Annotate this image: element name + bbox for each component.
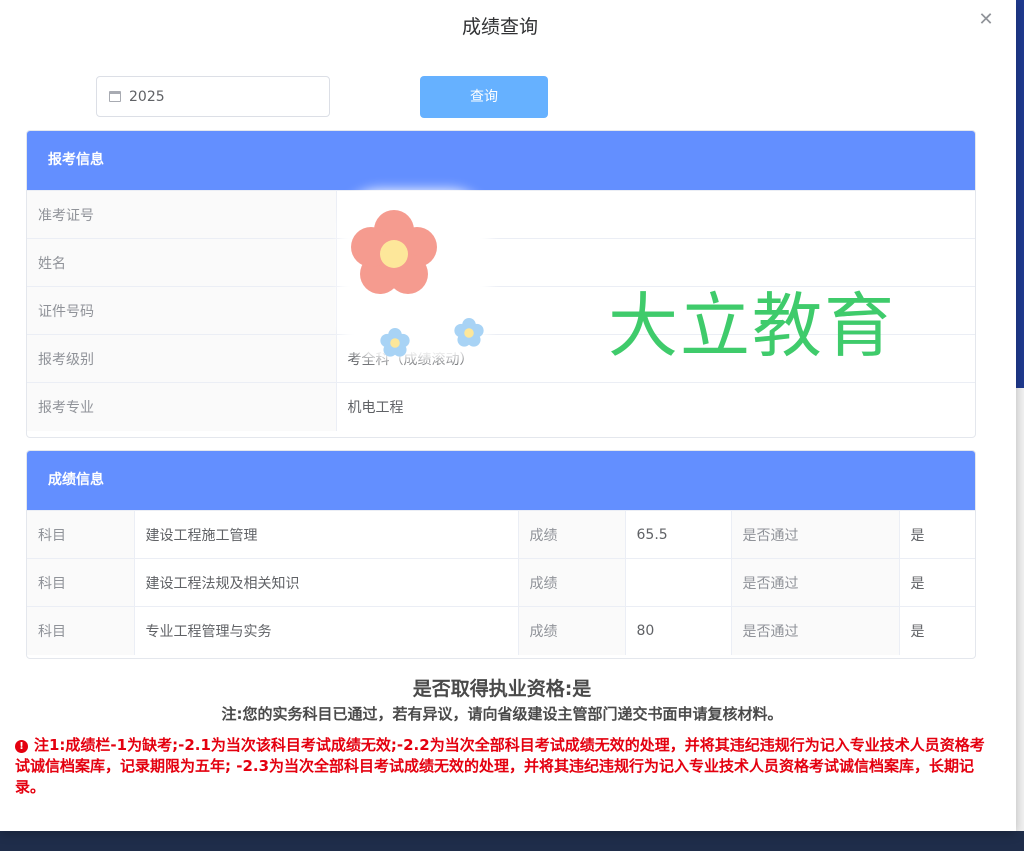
flower-sticker-icon <box>351 210 437 294</box>
score-value: 65.5 <box>625 510 732 559</box>
score-table: 科目 建设工程施工管理 成绩 65.5 是否通过 是 科目 建设工程法规及相关知… <box>27 510 975 655</box>
calendar-icon <box>109 91 121 102</box>
score-info-header: 成绩信息 <box>27 451 975 510</box>
background-banner <box>1016 0 1024 388</box>
score-info-panel: 成绩信息 科目 建设工程施工管理 成绩 65.5 是否通过 是 科目 建设工程法… <box>26 450 976 659</box>
subject-name: 建设工程法规及相关知识 <box>134 558 519 607</box>
watermark-text: 大立教育 <box>608 285 896 367</box>
query-button[interactable]: 查询 <box>420 76 548 118</box>
row-label: 证件号码 <box>27 286 337 335</box>
pass-label: 是否通过 <box>731 510 900 559</box>
row-label: 报考专业 <box>27 382 337 431</box>
score-label: 成绩 <box>518 510 626 559</box>
pass-label: 是否通过 <box>731 558 900 607</box>
year-picker-input[interactable]: 2025 <box>96 76 330 117</box>
table-row: 报考专业 机电工程 <box>27 382 975 431</box>
warning-text: 注1:成绩栏-1为缺考;-2.1为当次该科目考试成绩无效;-2.2为当次全部科目… <box>15 736 985 796</box>
small-flower-icon <box>380 328 410 357</box>
qualification-result: 是否取得执业资格:是 <box>412 678 592 700</box>
background-footer <box>0 831 1024 851</box>
subject-name: 专业工程管理与实务 <box>134 606 519 655</box>
score-label: 成绩 <box>518 558 626 607</box>
row-label: 姓名 <box>27 238 337 287</box>
review-note: 注:您的实务科目已通过，若有异议，请向省级建设主管部门递交书面申请复核材料。 <box>221 705 783 723</box>
pass-value: 是 <box>899 558 975 607</box>
score-query-dialog: 成绩查询 ✕ 2025 查询 报考信息 准考证号 姓名 证件号码 报考级别 考全… <box>0 0 1016 831</box>
subject-label: 科目 <box>27 606 135 655</box>
warning-note: ! 注1:成绩栏-1为缺考;-2.1为当次该科目考试成绩无效;-2.2为当次全部科… <box>15 735 995 798</box>
pass-label: 是否通过 <box>731 606 900 655</box>
exam-info-header: 报考信息 <box>27 131 975 190</box>
row-label: 报考级别 <box>27 334 337 383</box>
score-value <box>625 558 732 607</box>
subject-name: 建设工程施工管理 <box>134 510 519 559</box>
subject-label: 科目 <box>27 558 135 607</box>
close-icon[interactable]: ✕ <box>976 10 996 30</box>
table-row: 科目 专业工程管理与实务 成绩 80 是否通过 是 <box>27 606 975 655</box>
row-label: 准考证号 <box>27 190 337 239</box>
row-value: 机电工程 <box>336 382 975 431</box>
table-row: 科目 建设工程法规及相关知识 成绩 是否通过 是 <box>27 558 975 607</box>
score-label: 成绩 <box>518 606 626 655</box>
year-value: 2025 <box>129 89 165 105</box>
pass-value: 是 <box>899 606 975 655</box>
subject-label: 科目 <box>27 510 135 559</box>
exclamation-icon: ! <box>15 740 28 753</box>
pass-value: 是 <box>899 510 975 559</box>
dialog-title: 成绩查询 <box>461 16 538 38</box>
table-row: 准考证号 <box>27 190 975 239</box>
score-value: 80 <box>625 606 732 655</box>
small-flower-icon <box>454 318 484 347</box>
table-row: 科目 建设工程施工管理 成绩 65.5 是否通过 是 <box>27 510 975 559</box>
